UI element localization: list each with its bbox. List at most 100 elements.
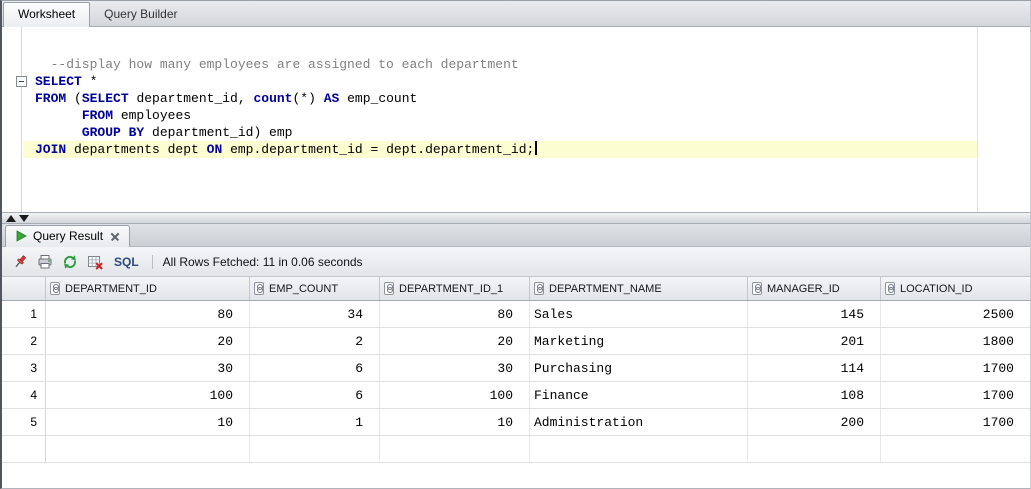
table-cell[interactable]: 30 <box>380 355 530 381</box>
code-line[interactable]: FROM (SELECT department_id, count(*) AS … <box>23 90 1030 107</box>
splitter-down-arrow-icon[interactable] <box>19 215 29 222</box>
sql-worksheet-panel: Worksheet Query Builder --display how ma… <box>0 0 1031 489</box>
table-cell[interactable]: 200 <box>748 409 881 435</box>
grid-header: DEPARTMENT_ID EMP_COUNT DEPARTMENT_ID_1 DEP… <box>2 277 1030 301</box>
code-line[interactable] <box>23 39 1030 56</box>
table-cell[interactable]: 100 <box>380 382 530 408</box>
table-cell[interactable]: 100 <box>46 382 250 408</box>
worksheet-tabbar: Worksheet Query Builder <box>2 1 1030 27</box>
table-cell[interactable]: 20 <box>46 328 250 354</box>
code-fold-collapse-icon[interactable] <box>16 76 27 87</box>
results-grid: DEPARTMENT_ID EMP_COUNT DEPARTMENT_ID_1 DEP… <box>2 277 1030 463</box>
table-cell[interactable]: 80 <box>380 301 530 327</box>
row-number[interactable]: 3 <box>2 355 46 381</box>
sort-indicator-icon[interactable] <box>254 282 264 295</box>
result-toolbar: SQL All Rows Fetched: 11 in 0.06 seconds <box>2 247 1030 277</box>
table-cell[interactable]: 145 <box>748 301 881 327</box>
table-cell[interactable]: 1800 <box>881 328 1030 354</box>
column-header[interactable]: LOCATION_ID <box>881 277 1030 300</box>
column-header[interactable]: DEPARTMENT_ID <box>46 277 250 300</box>
table-cell[interactable] <box>46 436 250 462</box>
close-icon[interactable] <box>111 232 120 241</box>
sql-keyword: FROM <box>35 91 67 106</box>
table-cell[interactable]: 30 <box>46 355 250 381</box>
pane-splitter[interactable] <box>2 212 1030 224</box>
splitter-up-arrow-icon[interactable] <box>6 215 16 222</box>
sql-editor[interactable]: --display how many employees are assigne… <box>2 27 1030 212</box>
sort-indicator-icon[interactable] <box>384 282 394 295</box>
column-header-label: EMP_COUNT <box>269 282 339 295</box>
table-cell[interactable] <box>748 436 881 462</box>
table-cell[interactable]: 2500 <box>881 301 1030 327</box>
tab-worksheet[interactable]: Worksheet <box>3 2 91 27</box>
column-header[interactable]: EMP_COUNT <box>250 277 380 300</box>
sql-text: * <box>81 74 98 89</box>
table-cell[interactable]: 1 <box>250 409 380 435</box>
table-cell[interactable]: 34 <box>250 301 380 327</box>
table-cell[interactable] <box>380 436 530 462</box>
table-cell[interactable]: 6 <box>250 382 380 408</box>
table-cell[interactable]: 6 <box>250 355 380 381</box>
table-cell[interactable] <box>530 436 748 462</box>
pin-icon[interactable] <box>11 253 29 271</box>
table-cell[interactable]: 10 <box>380 409 530 435</box>
tab-query-builder[interactable]: Query Builder <box>90 3 191 26</box>
sql-button[interactable]: SQL <box>111 255 142 269</box>
table-cell[interactable]: 20 <box>380 328 530 354</box>
sort-indicator-icon[interactable] <box>752 282 762 295</box>
code-line[interactable]: JOIN departments dept ON emp.department_… <box>23 141 1030 158</box>
table-cell[interactable] <box>250 436 380 462</box>
column-header-label: LOCATION_ID <box>900 282 973 295</box>
code-area[interactable]: --display how many employees are assigne… <box>23 39 1030 158</box>
sort-indicator-icon[interactable] <box>534 282 544 295</box>
table-cell[interactable]: Purchasing <box>530 355 748 381</box>
code-line[interactable]: --display how many employees are assigne… <box>23 56 1030 73</box>
table-cell[interactable]: 1700 <box>881 382 1030 408</box>
column-header[interactable]: DEPARTMENT_NAME <box>530 277 748 300</box>
column-header-label: DEPARTMENT_ID_1 <box>399 282 504 295</box>
sql-keyword: JOIN <box>35 142 67 157</box>
table-cell[interactable]: 80 <box>46 301 250 327</box>
row-number[interactable]: 2 <box>2 328 46 354</box>
table-cell[interactable]: Administration <box>530 409 748 435</box>
print-icon[interactable] <box>36 253 54 271</box>
text-cursor <box>535 141 538 155</box>
sort-indicator-icon[interactable] <box>50 282 60 295</box>
clear-grid-icon[interactable] <box>86 253 104 271</box>
row-number[interactable]: 5 <box>2 409 46 435</box>
table-cell[interactable]: Marketing <box>530 328 748 354</box>
table-cell[interactable]: 2 <box>250 328 380 354</box>
refresh-icon[interactable] <box>61 253 79 271</box>
table-cell[interactable] <box>881 436 1030 462</box>
sql-text: emp.department_id = dept.department_id; <box>222 142 535 157</box>
row-number[interactable]: 1 <box>2 301 46 327</box>
table-row: 2 20 2 20 Marketing 201 1800 <box>2 328 1030 355</box>
sort-indicator-icon[interactable] <box>885 282 895 295</box>
table-cell[interactable]: Finance <box>530 382 748 408</box>
fetch-status-text: All Rows Fetched: 11 in 0.06 seconds <box>162 254 363 269</box>
table-cell[interactable]: Sales <box>530 301 748 327</box>
row-number[interactable]: 4 <box>2 382 46 408</box>
code-line[interactable]: SELECT * <box>23 73 1030 90</box>
column-header[interactable]: DEPARTMENT_ID_1 <box>380 277 530 300</box>
sql-keyword: FROM <box>81 108 114 123</box>
row-number-header[interactable] <box>2 277 46 300</box>
code-line[interactable]: FROM employees <box>23 107 1030 124</box>
column-header[interactable]: MANAGER_ID <box>748 277 881 300</box>
sql-text: department_id) emp <box>144 125 293 140</box>
tab-query-result[interactable]: Query Result <box>5 225 131 247</box>
table-row <box>2 436 1030 463</box>
sql-keyword: GROUP BY <box>81 125 145 140</box>
right-margin-guide <box>977 27 978 212</box>
sql-keyword: SELECT <box>35 74 82 89</box>
row-number[interactable] <box>2 436 46 462</box>
table-cell[interactable]: 114 <box>748 355 881 381</box>
table-cell[interactable]: 108 <box>748 382 881 408</box>
table-cell[interactable]: 1700 <box>881 355 1030 381</box>
table-cell[interactable]: 1700 <box>881 409 1030 435</box>
table-cell[interactable]: 10 <box>46 409 250 435</box>
table-cell[interactable]: 201 <box>748 328 881 354</box>
code-line[interactable]: GROUP BY department_id) emp <box>23 124 1030 141</box>
